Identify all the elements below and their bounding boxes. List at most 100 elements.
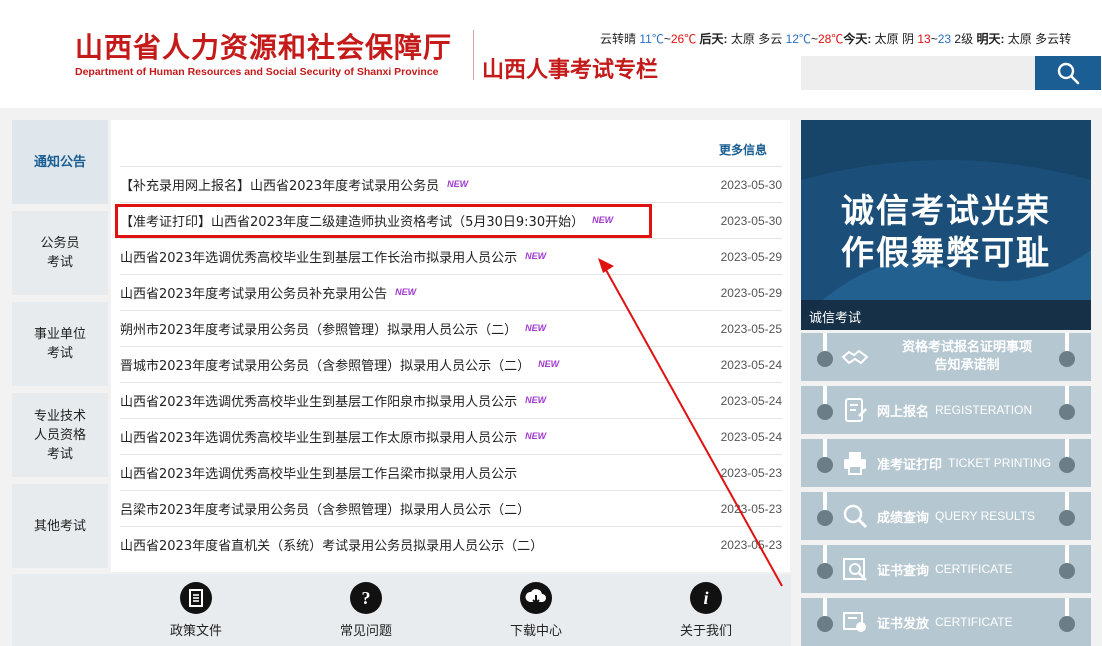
- news-date: 2023-05-30: [720, 213, 782, 228]
- news-item[interactable]: 吕梁市2023年度考试录用公务员（含参照管理）拟录用人员公示（二） 2023-0…: [120, 490, 782, 526]
- news-item[interactable]: 晋城市2023年度考试录用公务员（含参照管理）拟录用人员公示（二） NEW 202…: [120, 346, 782, 382]
- peg-dot: [817, 616, 833, 632]
- news-title[interactable]: 山西省2023年度省直机关（系统）考试录用公务员拟录用人员公示（二）: [120, 535, 714, 554]
- news-date: 2023-05-24: [720, 429, 782, 444]
- tab-label: 事业单位 考试: [33, 327, 86, 361]
- side-button-commitment[interactable]: 资格考试报名证明事项 告知承诺制: [801, 333, 1091, 381]
- weather-d1-label: 明天:: [976, 32, 1005, 46]
- tab-label: 其他考试: [33, 518, 86, 534]
- document-icon: [180, 582, 212, 614]
- news-item[interactable]: 山西省2023年选调优秀高校毕业生到基层工作吕梁市拟录用人员公示 2023-05…: [120, 454, 782, 490]
- side-button-query-results[interactable]: 成绩查询 QUERY RESULTS: [801, 492, 1091, 540]
- news-date: 2023-05-23: [720, 537, 782, 552]
- new-badge-icon: NEW: [525, 251, 547, 261]
- news-item[interactable]: 朔州市2023年度考试录用公务员（参照管理）拟录用人员公示（二） NEW 2023…: [120, 310, 782, 346]
- weather-ticker: 云转晴 11℃~26℃ 后天: 太原 多云 12℃~28℃今天: 太原 阴 13…: [600, 30, 1102, 48]
- integrity-banner[interactable]: 诚信考试光荣 作假舞弊可耻 诚信考试: [801, 120, 1091, 330]
- weather-d1-city: 太原 多云转: [1007, 32, 1072, 46]
- search-icon: [1057, 62, 1080, 85]
- news-date: 2023-05-30: [720, 177, 782, 192]
- weather-sep: ~: [663, 32, 671, 46]
- news-item[interactable]: 山西省2023年度考试录用公务员补充录用公告 NEW 2023-05-29: [120, 274, 782, 310]
- info-icon: i: [690, 582, 722, 614]
- logo-title-en[interactable]: Department of Human Resources and Social…: [75, 66, 439, 78]
- certificate-issue-icon: [843, 612, 866, 632]
- peg-dot: [1059, 510, 1075, 526]
- magnifier-icon: [843, 504, 868, 529]
- news-item[interactable]: 山西省2023年选调优秀高校毕业生到基层工作太原市拟录用人员公示 NEW 2023…: [120, 418, 782, 454]
- news-title-text: 山西省2023年度省直机关（系统）考试录用公务员拟录用人员公示（二）: [120, 539, 544, 554]
- news-title[interactable]: 吕梁市2023年度考试录用公务员（含参照管理）拟录用人员公示（二）: [120, 499, 714, 518]
- download-icon: [520, 582, 552, 614]
- weather-sep: ~: [930, 32, 938, 46]
- weather-p1-high: 26℃: [670, 32, 697, 46]
- news-title-text: 山西省2023年选调优秀高校毕业生到基层工作阳泉市拟录用人员公示: [120, 395, 518, 410]
- weather-p1-low: 11℃: [639, 32, 664, 46]
- side-button-label: 准考证打印 TICKET PRINTING: [877, 439, 1051, 487]
- side-button-cn: 资格考试报名证明事项: [901, 340, 1032, 355]
- news-title[interactable]: 【补充录用网上报名】山西省2023年度考试录用公务员 NEW: [120, 175, 714, 194]
- tab-professional-qualification[interactable]: 专业技术 人员资格 考试: [12, 393, 108, 477]
- weather-d2-low: 12℃: [785, 32, 811, 46]
- shortcut-label: 政策文件: [169, 624, 222, 639]
- news-title-text: 山西省2023年选调优秀高校毕业生到基层工作长治市拟录用人员公示: [120, 251, 518, 266]
- weather-d2-city: 太原 多云: [730, 32, 783, 46]
- search-input[interactable]: [801, 56, 1035, 90]
- side-button-cn: 准考证打印: [877, 457, 943, 473]
- tab-civil-servant[interactable]: 公务员 考试: [12, 211, 108, 295]
- new-badge-icon: NEW: [525, 323, 547, 333]
- news-item[interactable]: 【补充录用网上报名】山西省2023年度考试录用公务员 NEW 2023-05-30: [120, 166, 782, 202]
- tab-notices[interactable]: 通知公告: [12, 120, 108, 204]
- side-button-en: REGISTERATION: [935, 403, 1033, 417]
- side-button-cn: 证书发放: [877, 616, 930, 632]
- new-badge-icon: NEW: [525, 431, 547, 441]
- news-date: 2023-05-23: [720, 501, 782, 516]
- side-button-certificate-query[interactable]: 证书查询 CERTIFICATE: [801, 545, 1091, 593]
- shortcut-label: 关于我们: [679, 624, 732, 639]
- tab-label: 通知公告: [33, 154, 86, 170]
- shortcut-policy[interactable]: 政策文件: [156, 580, 236, 639]
- news-date: 2023-05-24: [720, 357, 782, 372]
- news-date: 2023-05-23: [720, 465, 782, 480]
- shortcut-label: 下载中心: [509, 624, 562, 639]
- news-title-text: 吕梁市2023年度考试录用公务员（含参照管理）拟录用人员公示（二）: [120, 503, 531, 518]
- news-title[interactable]: 山西省2023年选调优秀高校毕业生到基层工作长治市拟录用人员公示 NEW: [120, 247, 714, 266]
- search-button[interactable]: [1035, 56, 1101, 90]
- side-button-registration[interactable]: 网上报名 REGISTERATION: [801, 386, 1091, 434]
- side-button-cn: 网上报名: [877, 404, 930, 420]
- tab-label: 公务员 考试: [40, 236, 80, 270]
- shortcut-about[interactable]: i 关于我们: [666, 580, 746, 639]
- news-title[interactable]: 朔州市2023年度考试录用公务员（参照管理）拟录用人员公示（二） NEW: [120, 319, 714, 338]
- side-button-cn: 成绩查询: [877, 510, 930, 526]
- banner-line1: 诚信考试光荣: [841, 191, 1051, 230]
- news-title[interactable]: 山西省2023年选调优秀高校毕业生到基层工作太原市拟录用人员公示 NEW: [120, 427, 714, 446]
- tab-public-institution[interactable]: 事业单位 考试: [12, 302, 108, 386]
- side-button-label: 证书发放 CERTIFICATE: [877, 598, 1013, 646]
- news-title[interactable]: 山西省2023年选调优秀高校毕业生到基层工作阳泉市拟录用人员公示 NEW: [120, 391, 714, 410]
- tab-other-exams[interactable]: 其他考试: [12, 484, 108, 568]
- side-button-en: QUERY RESULTS: [935, 509, 1036, 523]
- question-icon: ?: [350, 582, 382, 614]
- news-title-text: 朔州市2023年度考试录用公务员（参照管理）拟录用人员公示（二）: [120, 323, 518, 338]
- weather-d2-label: 后天:: [699, 32, 728, 46]
- side-button-ticket-printing[interactable]: 准考证打印 TICKET PRINTING: [801, 439, 1091, 487]
- news-title-text: 晋城市2023年度考试录用公务员（含参照管理）拟录用人员公示（二）: [120, 359, 531, 374]
- weather-d0-wind: 2级: [954, 32, 974, 46]
- more-info-link[interactable]: 更多信息: [719, 141, 767, 158]
- news-item[interactable]: 山西省2023年选调优秀高校毕业生到基层工作长治市拟录用人员公示 NEW 2023…: [120, 238, 782, 274]
- side-button-cn2: 告知承诺制: [934, 358, 1000, 373]
- certificate-search-icon: [843, 558, 867, 581]
- section-subtitle: 山西人事考试专栏: [482, 57, 659, 83]
- news-title[interactable]: 山西省2023年度考试录用公务员补充录用公告 NEW: [120, 283, 714, 302]
- shortcut-download[interactable]: 下载中心: [496, 580, 576, 639]
- shortcut-faq[interactable]: ? 常见问题: [326, 580, 406, 639]
- peg-dot: [817, 563, 833, 579]
- news-title[interactable]: 晋城市2023年度考试录用公务员（含参照管理）拟录用人员公示（二） NEW: [120, 355, 714, 374]
- news-title[interactable]: 山西省2023年选调优秀高校毕业生到基层工作吕梁市拟录用人员公示: [120, 463, 714, 482]
- news-item[interactable]: 山西省2023年度省直机关（系统）考试录用公务员拟录用人员公示（二） 2023-…: [120, 526, 782, 562]
- printer-icon: [844, 452, 866, 475]
- side-button-certificate-issue[interactable]: 证书发放 CERTIFICATE: [801, 598, 1091, 646]
- logo-title-cn[interactable]: 山西省人力资源和社会保障厅: [75, 26, 452, 66]
- side-button-label: 证书查询 CERTIFICATE: [877, 545, 1013, 593]
- news-item[interactable]: 山西省2023年选调优秀高校毕业生到基层工作阳泉市拟录用人员公示 NEW 2023…: [120, 382, 782, 418]
